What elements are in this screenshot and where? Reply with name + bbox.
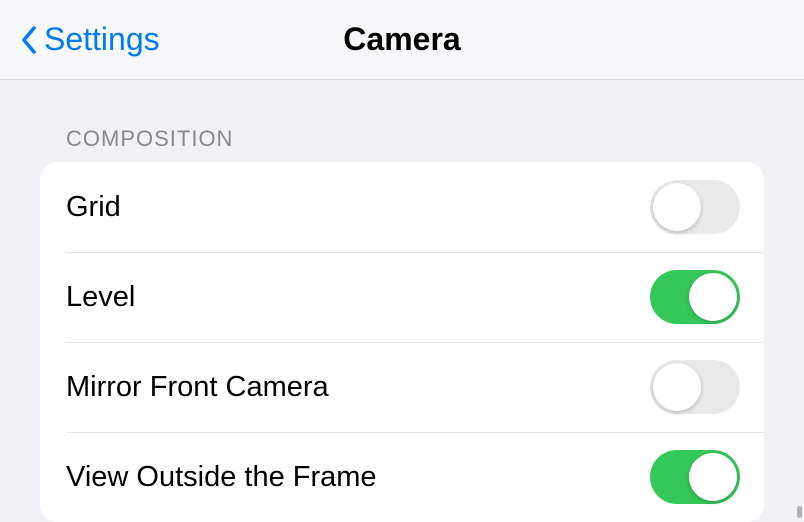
chevron-left-icon [20,25,38,55]
toggle-view-outside-frame[interactable] [650,450,740,504]
row-view-outside-frame: View Outside the Frame [40,432,764,522]
list-group: Grid Level Mirror Front Camera View Outs… [40,162,764,522]
section-header: COMPOSITION [40,80,764,162]
row-grid: Grid [40,162,764,252]
toggle-knob [689,273,737,321]
back-label: Settings [44,21,160,58]
toggle-grid[interactable] [650,180,740,234]
row-mirror-front-camera: Mirror Front Camera [40,342,764,432]
content: COMPOSITION Grid Level Mirror Front Came… [0,80,804,522]
row-level: Level [40,252,764,342]
row-label: View Outside the Frame [66,461,377,494]
back-button[interactable]: Settings [20,21,160,58]
scrollbar[interactable] [797,506,802,518]
row-label: Level [66,281,135,314]
toggle-mirror-front-camera[interactable] [650,360,740,414]
page-title: Camera [343,21,460,58]
toggle-knob [653,363,701,411]
toggle-knob [689,453,737,501]
nav-bar: Settings Camera [0,0,804,80]
row-label: Mirror Front Camera [66,371,329,404]
toggle-knob [653,183,701,231]
toggle-level[interactable] [650,270,740,324]
row-label: Grid [66,191,121,224]
